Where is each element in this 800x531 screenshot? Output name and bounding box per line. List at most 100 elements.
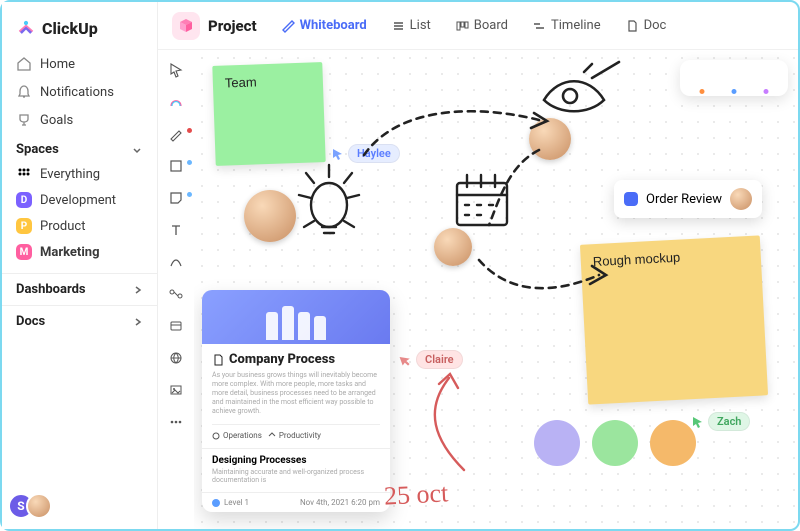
view-tab-doc[interactable]: Doc: [617, 14, 675, 37]
sidebar-item-goals[interactable]: Goals: [2, 106, 157, 134]
tool-pen[interactable]: [166, 124, 186, 144]
chevron-down-icon: [131, 144, 143, 156]
color-swatch[interactable]: [650, 420, 696, 466]
card-title: Company Process: [229, 352, 335, 367]
sidebar-item-label: Home: [40, 57, 75, 72]
sketch-red-arrow: [394, 370, 484, 480]
cursor-name: Claire: [416, 350, 463, 369]
canvas-avatar[interactable]: [244, 190, 296, 242]
doc-icon: [625, 19, 639, 33]
space-label: Marketing: [40, 245, 100, 260]
space-item-product[interactable]: P Product: [2, 213, 157, 239]
task-assignee-avatar: [730, 188, 752, 210]
trophy-icon: [16, 112, 32, 128]
view-tab-whiteboard[interactable]: Whiteboard: [273, 14, 375, 37]
tool-shape[interactable]: [166, 156, 186, 176]
tool-relations[interactable]: [166, 284, 186, 304]
home-icon: [16, 56, 32, 72]
sidebar-item-home[interactable]: Home: [2, 50, 157, 78]
presence-avatar: [754, 66, 778, 90]
color-indicator: [187, 192, 192, 197]
presence-avatar: [722, 66, 746, 90]
presence-strip[interactable]: [680, 60, 788, 96]
sticky-note-green[interactable]: Team: [212, 62, 325, 166]
sidebar-section-dashboards[interactable]: Dashboards: [2, 273, 157, 305]
collaborator-cursor-haylee: Haylee: [332, 144, 400, 163]
view-tab-list[interactable]: List: [383, 14, 439, 37]
space-item-marketing[interactable]: M Marketing: [2, 239, 157, 265]
color-swatch[interactable]: [592, 420, 638, 466]
board-icon: [455, 19, 469, 33]
tool-text[interactable]: [166, 220, 186, 240]
view-tab-timeline[interactable]: Timeline: [524, 14, 609, 37]
task-chip-order-review[interactable]: Order Review: [614, 180, 762, 218]
spaces-header-label: Spaces: [16, 142, 59, 157]
collaborator-cursor-claire: Claire: [400, 350, 463, 369]
view-tab-board[interactable]: Board: [447, 14, 516, 37]
section-label: Dashboards: [16, 282, 86, 297]
spaces-header[interactable]: Spaces: [2, 134, 157, 161]
color-swatch[interactable]: [534, 420, 580, 466]
sticky-note-yellow[interactable]: Rough mockup: [580, 235, 768, 404]
tool-select[interactable]: [166, 60, 186, 80]
logo[interactable]: ClickUp: [2, 12, 157, 50]
whiteboard-toolbar: [158, 50, 194, 529]
handwritten-text: 25 oct: [383, 478, 449, 511]
space-badge: M: [16, 244, 32, 260]
view-tab-label: Doc: [644, 18, 667, 33]
avatar: [26, 493, 52, 519]
project-title[interactable]: Project: [208, 17, 257, 35]
view-tab-label: Whiteboard: [300, 18, 367, 33]
main: Project Whiteboard List Board Timeline D…: [158, 2, 798, 529]
task-status-icon: [624, 192, 638, 206]
project-icon: [172, 12, 200, 40]
doc-icon: [212, 354, 224, 366]
chevron-right-icon: [133, 285, 143, 295]
sidebar-item-label: Goals: [40, 113, 73, 128]
cursor-name: Zach: [708, 412, 750, 431]
card-date: Nov 4th, 2021 6:20 pm: [300, 498, 380, 507]
tool-image[interactable]: [166, 380, 186, 400]
tool-web[interactable]: [166, 348, 186, 368]
collaborator-cursor-zach: Zach: [692, 412, 750, 431]
whiteboard-canvas[interactable]: Team Rough mockup Order Review Haylee: [194, 50, 798, 529]
tool-ai[interactable]: [166, 92, 186, 112]
timeline-icon: [532, 19, 546, 33]
space-item-development[interactable]: D Development: [2, 187, 157, 213]
tool-connector[interactable]: [166, 252, 186, 272]
embedded-doc-card[interactable]: Company Process As your business grows t…: [202, 290, 390, 512]
space-item-everything[interactable]: Everything: [2, 161, 157, 187]
user-avatar-stack[interactable]: S: [16, 493, 52, 519]
section-label: Docs: [16, 314, 45, 329]
tool-sticky[interactable]: [166, 188, 186, 208]
topbar: Project Whiteboard List Board Timeline D…: [158, 2, 798, 50]
canvas-avatar[interactable]: [434, 228, 472, 266]
space-label: Product: [40, 219, 85, 234]
brand-name: ClickUp: [42, 19, 98, 38]
tool-more[interactable]: [166, 412, 186, 432]
sidebar-item-label: Notifications: [40, 85, 114, 100]
sidebar: ClickUp Home Notifications Goals Spaces …: [2, 2, 158, 529]
view-tab-label: Timeline: [551, 18, 601, 33]
level-dot: [212, 499, 220, 507]
sidebar-item-notifications[interactable]: Notifications: [2, 78, 157, 106]
cursor-name: Haylee: [348, 144, 400, 163]
list-icon: [391, 19, 405, 33]
view-tab-label: Board: [474, 18, 508, 33]
color-indicator: [187, 160, 192, 165]
chevron-right-icon: [133, 317, 143, 327]
sidebar-section-docs[interactable]: Docs: [2, 305, 157, 337]
space-label: Development: [40, 193, 116, 208]
card-sub-desc: Maintaining accurate and well-organized …: [212, 468, 380, 484]
sticky-text: Rough mockup: [592, 250, 680, 270]
color-indicator: [187, 128, 192, 133]
canvas-area: Team Rough mockup Order Review Haylee: [158, 50, 798, 529]
canvas-avatar[interactable]: [529, 118, 571, 160]
sticky-text: Team: [225, 74, 257, 90]
view-tab-label: List: [410, 18, 431, 33]
presence-avatar: [690, 66, 714, 90]
tool-card[interactable]: [166, 316, 186, 336]
card-tag: Operations: [212, 431, 262, 440]
sketch-calendar: [449, 165, 519, 235]
card-hero-image: [202, 290, 390, 344]
